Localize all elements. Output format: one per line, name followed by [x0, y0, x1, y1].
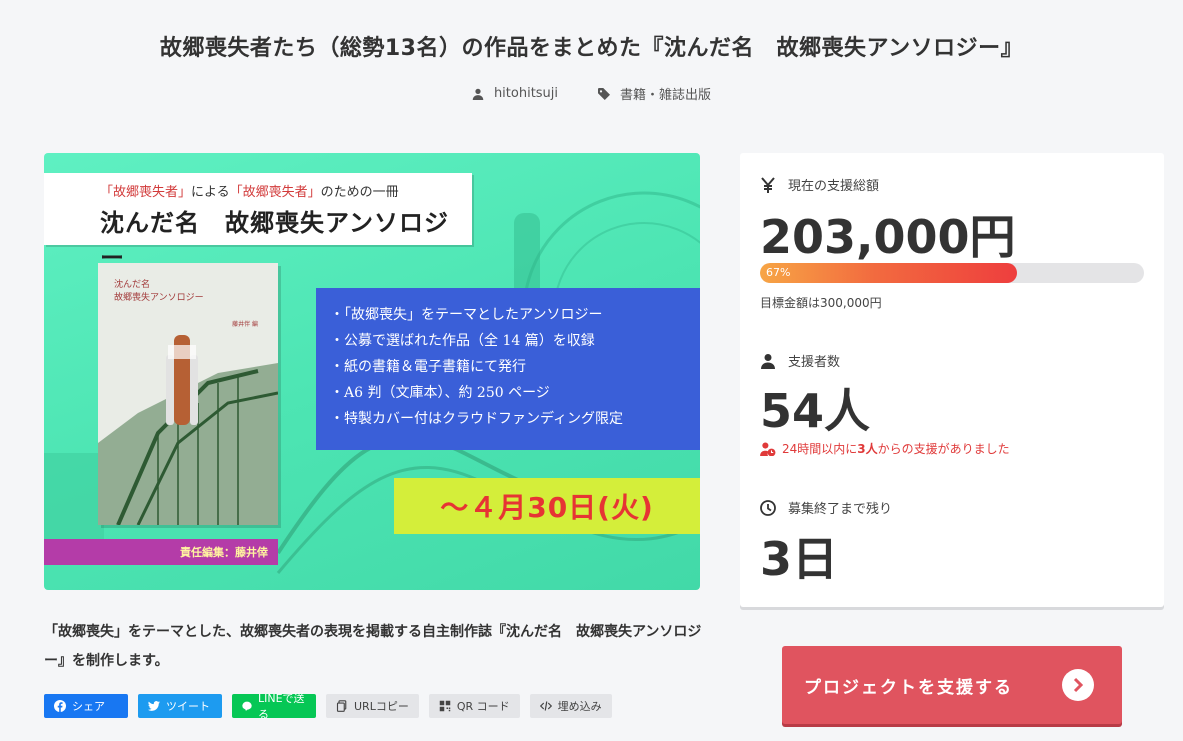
- funding-progress-text: 67%: [766, 266, 791, 279]
- deadline-date: 〜４月30日(火): [440, 491, 654, 524]
- support-project-label: プロジェクトを支援する: [804, 677, 1013, 698]
- project-main-image[interactable]: 「故郷喪失者」による「故郷喪失者」のための一冊 沈んだ名 故郷喪失アンソロジー …: [44, 153, 700, 590]
- funding-progress-fill: [760, 263, 1018, 283]
- tag-icon: [598, 87, 611, 100]
- clock-icon: [760, 499, 776, 516]
- project-meta: hitohitsuji 書籍・雑誌出版: [0, 84, 1183, 103]
- funding-status-panel: 現在の支援総額 203,000円 67% 目標金額は300,000円 支援者数 …: [740, 153, 1164, 607]
- total-amount-label: 現在の支援総額: [760, 175, 879, 194]
- author-name: hitohitsuji: [493, 86, 559, 101]
- yen-icon: [761, 176, 775, 193]
- chevron-right-icon: [1062, 669, 1094, 701]
- page-title: 故郷喪失者たち（総勢13名）の作品をまとめた『沈んだ名 故郷喪失アンソロジー』: [159, 36, 1024, 61]
- facebook-icon: [54, 700, 66, 712]
- editor-box: 責任編集：藤井倖: [44, 539, 278, 565]
- feature-list-box: ・「故郷喪失」をテーマとしたアンソロジー ・公募で選ばれた作品（全 14 篇）を収…: [316, 288, 700, 450]
- user-clock-icon: [760, 441, 776, 456]
- url-copy-button[interactable]: URLコピー: [326, 694, 419, 718]
- category-name: 書籍・雑誌出版: [620, 88, 712, 103]
- hero-banner-subtitle: 「故郷喪失者」による「故郷喪失者」のための一冊: [100, 185, 399, 200]
- total-amount-value: 203,000円: [760, 210, 1016, 264]
- funding-progress-bar: 67%: [760, 263, 1144, 283]
- facebook-share-button[interactable]: シェア: [44, 694, 128, 718]
- user-icon: [472, 88, 484, 100]
- line-icon: [242, 701, 252, 711]
- support-project-button[interactable]: プロジェクトを支援する: [782, 646, 1122, 724]
- remaining-label: 募集終了まで残り: [760, 498, 892, 517]
- category-link[interactable]: 書籍・雑誌出版: [598, 84, 711, 103]
- feature-item: ・A6 判（文庫本）、約 250 ページ: [330, 385, 550, 401]
- hero-banner: 「故郷喪失者」による「故郷喪失者」のための一冊 沈んだ名 故郷喪失アンソロジー: [44, 173, 472, 272]
- feature-item: ・紙の書籍＆電子書籍にて発行: [330, 359, 526, 375]
- project-description: 「故郷喪失」をテーマとした、故郷喪失者の表現を掲載する自主制作誌『沈んだ名 故郷…: [44, 624, 702, 669]
- twitter-icon: [148, 701, 160, 711]
- goal-amount: 目標金額は300,000円: [760, 296, 882, 310]
- share-buttons: シェア ツイート LINEで送る URLコピー QR コード 埋め込み: [44, 692, 612, 721]
- copy-icon: [336, 700, 347, 712]
- qr-code-button[interactable]: QR コード: [428, 694, 520, 718]
- editor-credit: 責任編集：藤井倖: [180, 546, 268, 559]
- book-cover: 沈んだ名 故郷喪失アンソロジー 藤井伴 編: [98, 263, 278, 525]
- deadline-box: 〜４月30日(火): [394, 478, 700, 534]
- feature-item: ・特製カバー付はクラウドファンディング限定: [330, 411, 624, 427]
- feature-item: ・「故郷喪失」をテーマとしたアンソロジー: [330, 307, 603, 323]
- supporters-label: 支援者数: [760, 351, 840, 370]
- book-cover-author: 藤井伴 編: [232, 321, 258, 328]
- qr-code-icon: [439, 700, 451, 712]
- supporters-value: 54人: [760, 384, 871, 438]
- embed-button[interactable]: 埋め込み: [529, 694, 612, 718]
- book-cover-title: 沈んだ名 故郷喪失アンソロジー: [114, 280, 204, 303]
- code-icon: [539, 701, 552, 711]
- feature-item: ・公募で選ばれた作品（全 14 篇）を収録: [330, 333, 595, 349]
- user-icon: [761, 353, 775, 369]
- feature-list: ・「故郷喪失」をテーマとしたアンソロジー ・公募で選ばれた作品（全 14 篇）を収…: [330, 302, 623, 432]
- line-share-button[interactable]: LINEで送る: [232, 692, 316, 721]
- author-link[interactable]: hitohitsuji: [472, 84, 558, 103]
- remaining-value: 3日: [760, 532, 839, 586]
- recent-support-notice: 24時間以内に3人からの支援がありました: [760, 440, 1010, 457]
- twitter-share-button[interactable]: ツイート: [138, 694, 222, 718]
